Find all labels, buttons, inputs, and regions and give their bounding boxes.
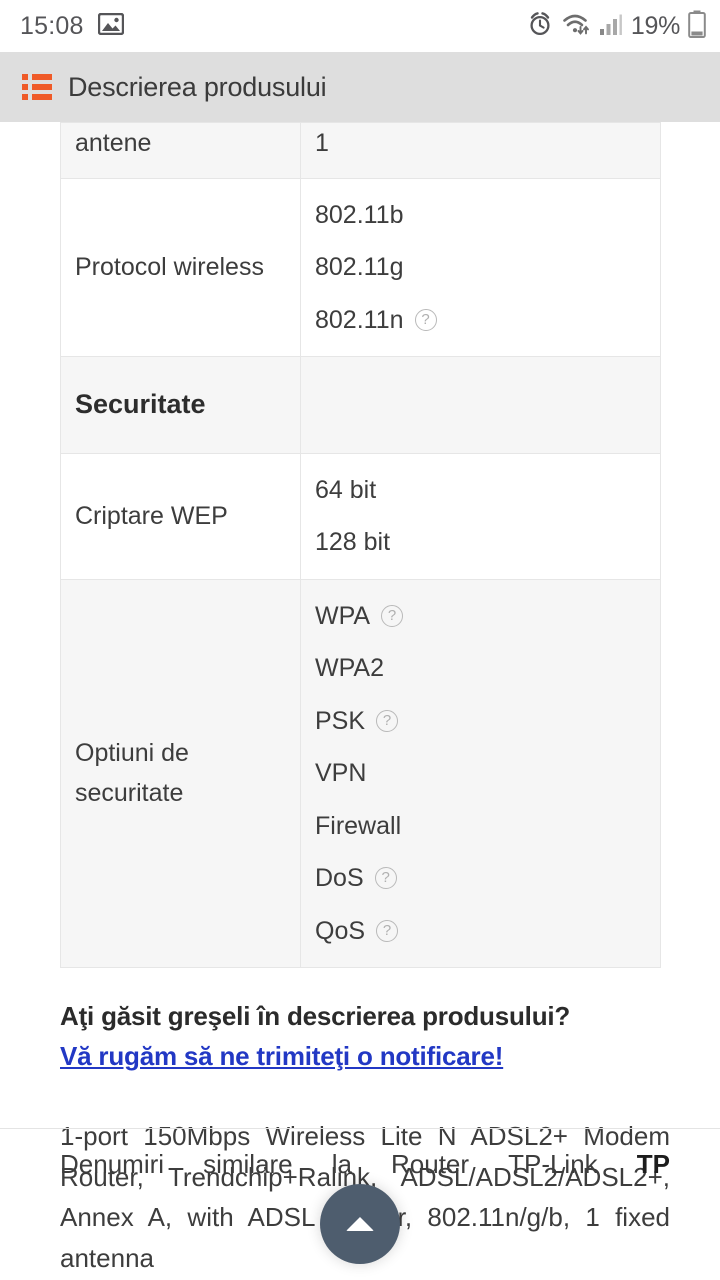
value-text: PSK <box>315 706 366 735</box>
battery-percent-label: 19% <box>630 11 680 40</box>
table-section-heading: Securitate <box>60 356 301 454</box>
battery-icon <box>688 10 706 43</box>
specifications-table: antene 1 Protocol wireless 802.11b 802.11g 80… <box>60 122 661 969</box>
table-row-value: WPA? WPA2 PSK? VPN Firewall DoS? QoS? <box>300 578 661 969</box>
value-line: WPA? <box>315 596 646 637</box>
table-row: antene 1 <box>60 122 661 179</box>
value-line: PSK? <box>315 701 646 742</box>
similar-names-words: Denumiri similare la Router TP-Link TP <box>60 1144 670 1185</box>
table-row: Criptare WEP 64 bit 128 bit <box>60 452 661 580</box>
table-row: Optiuni de securitate WPA? WPA2 PSK? VPN Fire… <box>60 578 661 969</box>
phone-screen: 15:08 19% Descrierea produsului antene 1… <box>0 0 720 1280</box>
help-icon[interactable]: ? <box>376 709 399 732</box>
page-title: Descrierea produsului <box>68 71 327 102</box>
table-row-label: Criptare WEP <box>60 452 301 580</box>
table-row-value: 1 <box>300 122 661 179</box>
value-text: DoS <box>315 864 364 893</box>
table-row-label: Protocol wireless <box>60 177 301 357</box>
value-text: 128 bit <box>315 528 391 557</box>
value-text: VPN <box>315 759 367 788</box>
alarm-icon <box>527 11 553 42</box>
table-row-value <box>300 356 661 454</box>
similar-names-word: TP-Link <box>508 1149 598 1179</box>
table-row: Protocol wireless 802.11b 802.11g 802.11n? <box>60 177 661 357</box>
similar-names-word: Router <box>391 1149 470 1179</box>
table-row: Securitate <box>60 356 661 454</box>
value-line: WPA2 <box>315 648 646 689</box>
value-line: 802.11b <box>315 195 646 236</box>
value-text: QoS <box>315 916 366 945</box>
page-content: antene 1 Protocol wireless 802.11b 802.11g 80… <box>0 122 720 1280</box>
value-line: 802.11n? <box>315 300 646 341</box>
value-text: WPA2 <box>315 654 384 683</box>
table-row-label: Optiuni de securitate <box>60 578 301 969</box>
value-line: 128 bit <box>315 522 646 563</box>
status-bar-right: 19% <box>527 10 706 43</box>
list-icon <box>22 74 52 100</box>
wifi-icon <box>561 11 591 42</box>
status-bar: 15:08 19% <box>0 0 720 52</box>
send-notification-link[interactable]: Vă rugăm să ne trimiteţi o notificare! <box>60 1041 503 1072</box>
similar-names-word: similare <box>203 1149 293 1179</box>
photo-icon <box>97 12 124 40</box>
help-icon[interactable]: ? <box>376 919 399 942</box>
value-line: QoS? <box>315 911 646 952</box>
value-line: 1 <box>315 123 646 164</box>
value-text: 1 <box>315 129 329 157</box>
feedback-question: Aţi găsit greşeli în descrierea produsul… <box>60 1001 571 1032</box>
similar-names-word: Denumiri <box>60 1149 165 1179</box>
section-header-bar[interactable]: Descrierea produsului <box>0 52 720 122</box>
help-icon[interactable]: ? <box>374 867 397 890</box>
value-text: 802.11n <box>315 305 404 334</box>
feedback-block: Aţi găsit greşeli în descrierea produsul… <box>60 998 670 1072</box>
status-clock: 15:08 <box>20 11 84 40</box>
specifications-table-body: antene 1 Protocol wireless 802.11b 802.11g 80… <box>60 122 661 969</box>
value-text: Firewall <box>315 811 402 840</box>
value-text: WPA <box>315 601 371 630</box>
similar-names-word: la <box>331 1149 352 1179</box>
table-row-value: 64 bit 128 bit <box>300 452 661 580</box>
value-line: 64 bit <box>315 470 646 511</box>
scroll-to-top-button[interactable] <box>320 1184 400 1264</box>
help-icon[interactable]: ? <box>381 604 404 627</box>
value-line: VPN <box>315 753 646 794</box>
status-bar-left: 15:08 <box>20 12 124 41</box>
value-text: 64 bit <box>315 475 377 504</box>
help-icon[interactable]: ? <box>414 308 437 331</box>
chevron-up-icon <box>346 1217 374 1231</box>
signal-icon <box>599 11 623 42</box>
value-line: Firewall <box>315 806 646 847</box>
table-row-label: antene <box>60 122 301 179</box>
value-text: 802.11b <box>315 200 404 229</box>
value-line: 802.11g <box>315 247 646 288</box>
section-divider <box>0 1128 720 1129</box>
similar-names-line: Denumiri similare la Router TP-Link TP <box>60 1144 670 1185</box>
value-text: 802.11g <box>315 253 404 281</box>
value-line: DoS? <box>315 858 646 899</box>
similar-names-bold-tail: TP <box>636 1149 670 1179</box>
table-row-value: 802.11b 802.11g 802.11n? <box>300 177 661 357</box>
